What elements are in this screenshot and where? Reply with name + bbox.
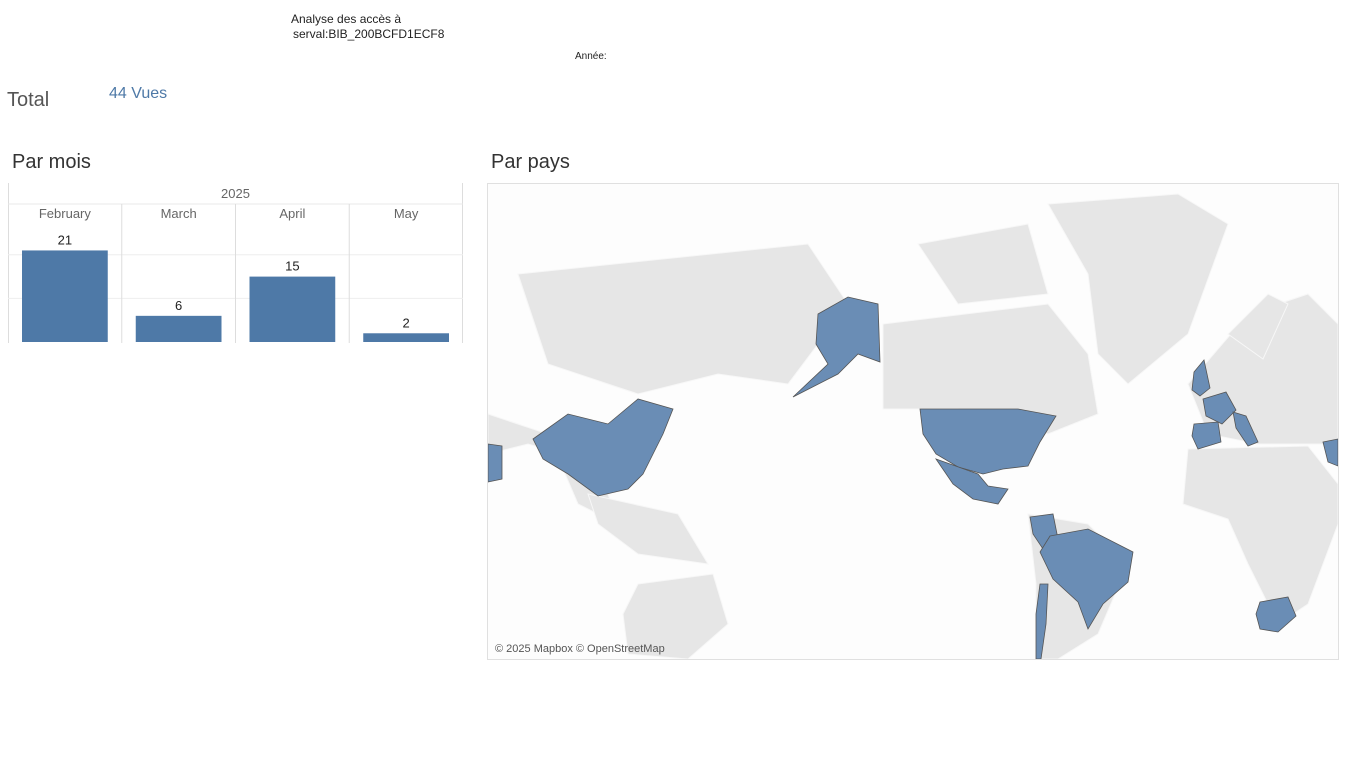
bar-value-label: 15 [285,259,299,274]
total-value: 44 Vues [109,85,168,102]
section-title-by-month: Par mois [12,151,91,173]
bar-chart-svg: 2025 February 21 March 6 April 15 May 2 [8,183,463,343]
bar-april [249,276,336,342]
southeast-asia-shape [587,493,709,565]
month-label: March [161,206,197,221]
country-china[interactable] [532,398,674,497]
world-map-svg [488,193,1338,659]
chart-group-label: 2025 [221,186,250,201]
bar-value-label: 6 [175,298,182,313]
bar-value-label: 21 [58,232,72,247]
title-line-2: serval:BIB_200BCFD1ECF8 [293,27,445,41]
month-label: April [279,206,305,221]
page-title: Analyse des accès à serval:BIB_200BCFD1E… [291,12,444,42]
russia-shape [517,243,849,395]
bar-value-label: 2 [403,315,410,330]
year-filter-label[interactable]: Année: [575,51,607,62]
arctic-islands-shape [917,223,1049,305]
month-label: February [39,206,92,221]
bar-february [22,250,108,342]
country-saudi-arabia[interactable] [1322,438,1338,467]
country-west-edge[interactable] [488,443,503,483]
section-title-by-country: Par pays [491,151,570,173]
country-south-africa[interactable] [1255,596,1297,633]
country-spain[interactable] [1191,421,1222,450]
africa-shape [1182,445,1338,625]
total-label: Total [7,89,50,111]
world-map[interactable]: © 2025 Mapbox © OpenStreetMap [487,183,1339,660]
map-credit: © 2025 Mapbox © OpenStreetMap [495,643,665,655]
month-label: May [394,206,419,221]
bar-may [363,333,449,342]
title-line-1: Analyse des accès à [291,12,402,26]
monthly-bar-chart: 2025 February 21 March 6 April 15 May 2 [8,183,463,343]
bar-march [135,315,222,342]
